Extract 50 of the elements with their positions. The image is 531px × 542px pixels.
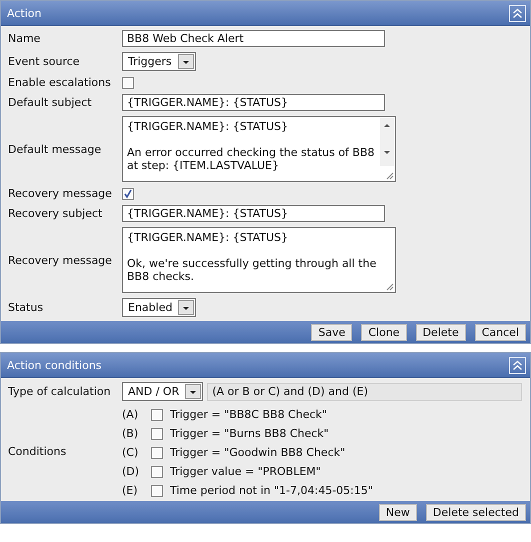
condition-letter: (D)	[122, 465, 140, 478]
panel-title: Action conditions	[7, 358, 102, 372]
field-label: Event source	[8, 55, 81, 68]
field-label: Recovery message	[8, 187, 113, 200]
field-label: Recovery subject	[8, 207, 104, 220]
checkbox[interactable]	[151, 484, 163, 496]
field-label: Conditions	[8, 445, 68, 458]
checkbox[interactable]	[151, 446, 163, 458]
text-field[interactable]: {TRIGGER.NAME}: {STATUS}	[122, 94, 385, 111]
field-label: Recovery message	[8, 254, 113, 266]
condition-letter: (E)	[122, 484, 139, 497]
condition-letter: (C)	[122, 446, 140, 459]
condition-text: Time period not in "1-7,04:45-05:15"	[170, 484, 373, 497]
dropdown[interactable]: Triggers	[122, 52, 196, 71]
checkbox[interactable]	[122, 188, 134, 200]
message-field[interactable]: {TRIGGER.NAME}: {STATUS} Ok, we're successfully getting through all the BB8 checks.	[122, 227, 396, 293]
field-label: Enable escalations	[8, 76, 112, 89]
message-field[interactable]: {TRIGGER.NAME}: {STATUS} An error occurred checking the status of BB8 at step: {ITEM.LASTVALUE}	[122, 116, 396, 182]
text-field[interactable]: BB8 Web Check Alert	[122, 30, 385, 47]
condition-text: Trigger = "Burns BB8 Check"	[170, 427, 329, 440]
condition-text: Trigger value = "PROBLEM"	[170, 465, 321, 478]
condition-letter: (A)	[122, 408, 140, 421]
checkbox[interactable]	[151, 428, 163, 440]
formula-field: (A or B or C) and (D) and (E)	[207, 382, 522, 400]
resize-grip-icon[interactable]	[385, 171, 394, 180]
action-button[interactable]: Delete	[416, 324, 466, 340]
action-button[interactable]: Save	[311, 324, 352, 340]
dropdown[interactable]: AND / OR	[122, 382, 204, 401]
action-button[interactable]: Cancel	[474, 324, 526, 340]
field-label: Type of calculation	[8, 385, 112, 398]
field-label: Name	[8, 32, 42, 45]
text-field[interactable]: {TRIGGER.NAME}: {STATUS}	[122, 205, 385, 222]
dropdown[interactable]: Enabled	[122, 298, 196, 317]
condition-text: Trigger = "BB8C BB8 Check"	[170, 408, 327, 421]
resize-grip-icon[interactable]	[385, 282, 394, 291]
condition-letter: (B)	[122, 427, 140, 440]
action-button[interactable]: New	[378, 504, 417, 520]
field-label: Default subject	[8, 96, 93, 109]
collapse-icon[interactable]	[509, 4, 526, 22]
checkbox[interactable]	[151, 408, 163, 420]
checkbox[interactable]	[151, 466, 163, 478]
condition-text: Trigger = "Goodwin BB8 Check"	[170, 446, 346, 459]
field-label: Status	[8, 301, 44, 314]
field-label: Default message	[8, 142, 102, 156]
collapse-icon[interactable]	[509, 356, 526, 374]
scrollbar-arrows-icon[interactable]	[380, 118, 394, 166]
checkbox[interactable]	[122, 76, 134, 88]
panel-title: Action	[7, 6, 42, 20]
action-button[interactable]: Clone	[361, 324, 407, 340]
action-button[interactable]: Delete selected	[426, 504, 526, 520]
